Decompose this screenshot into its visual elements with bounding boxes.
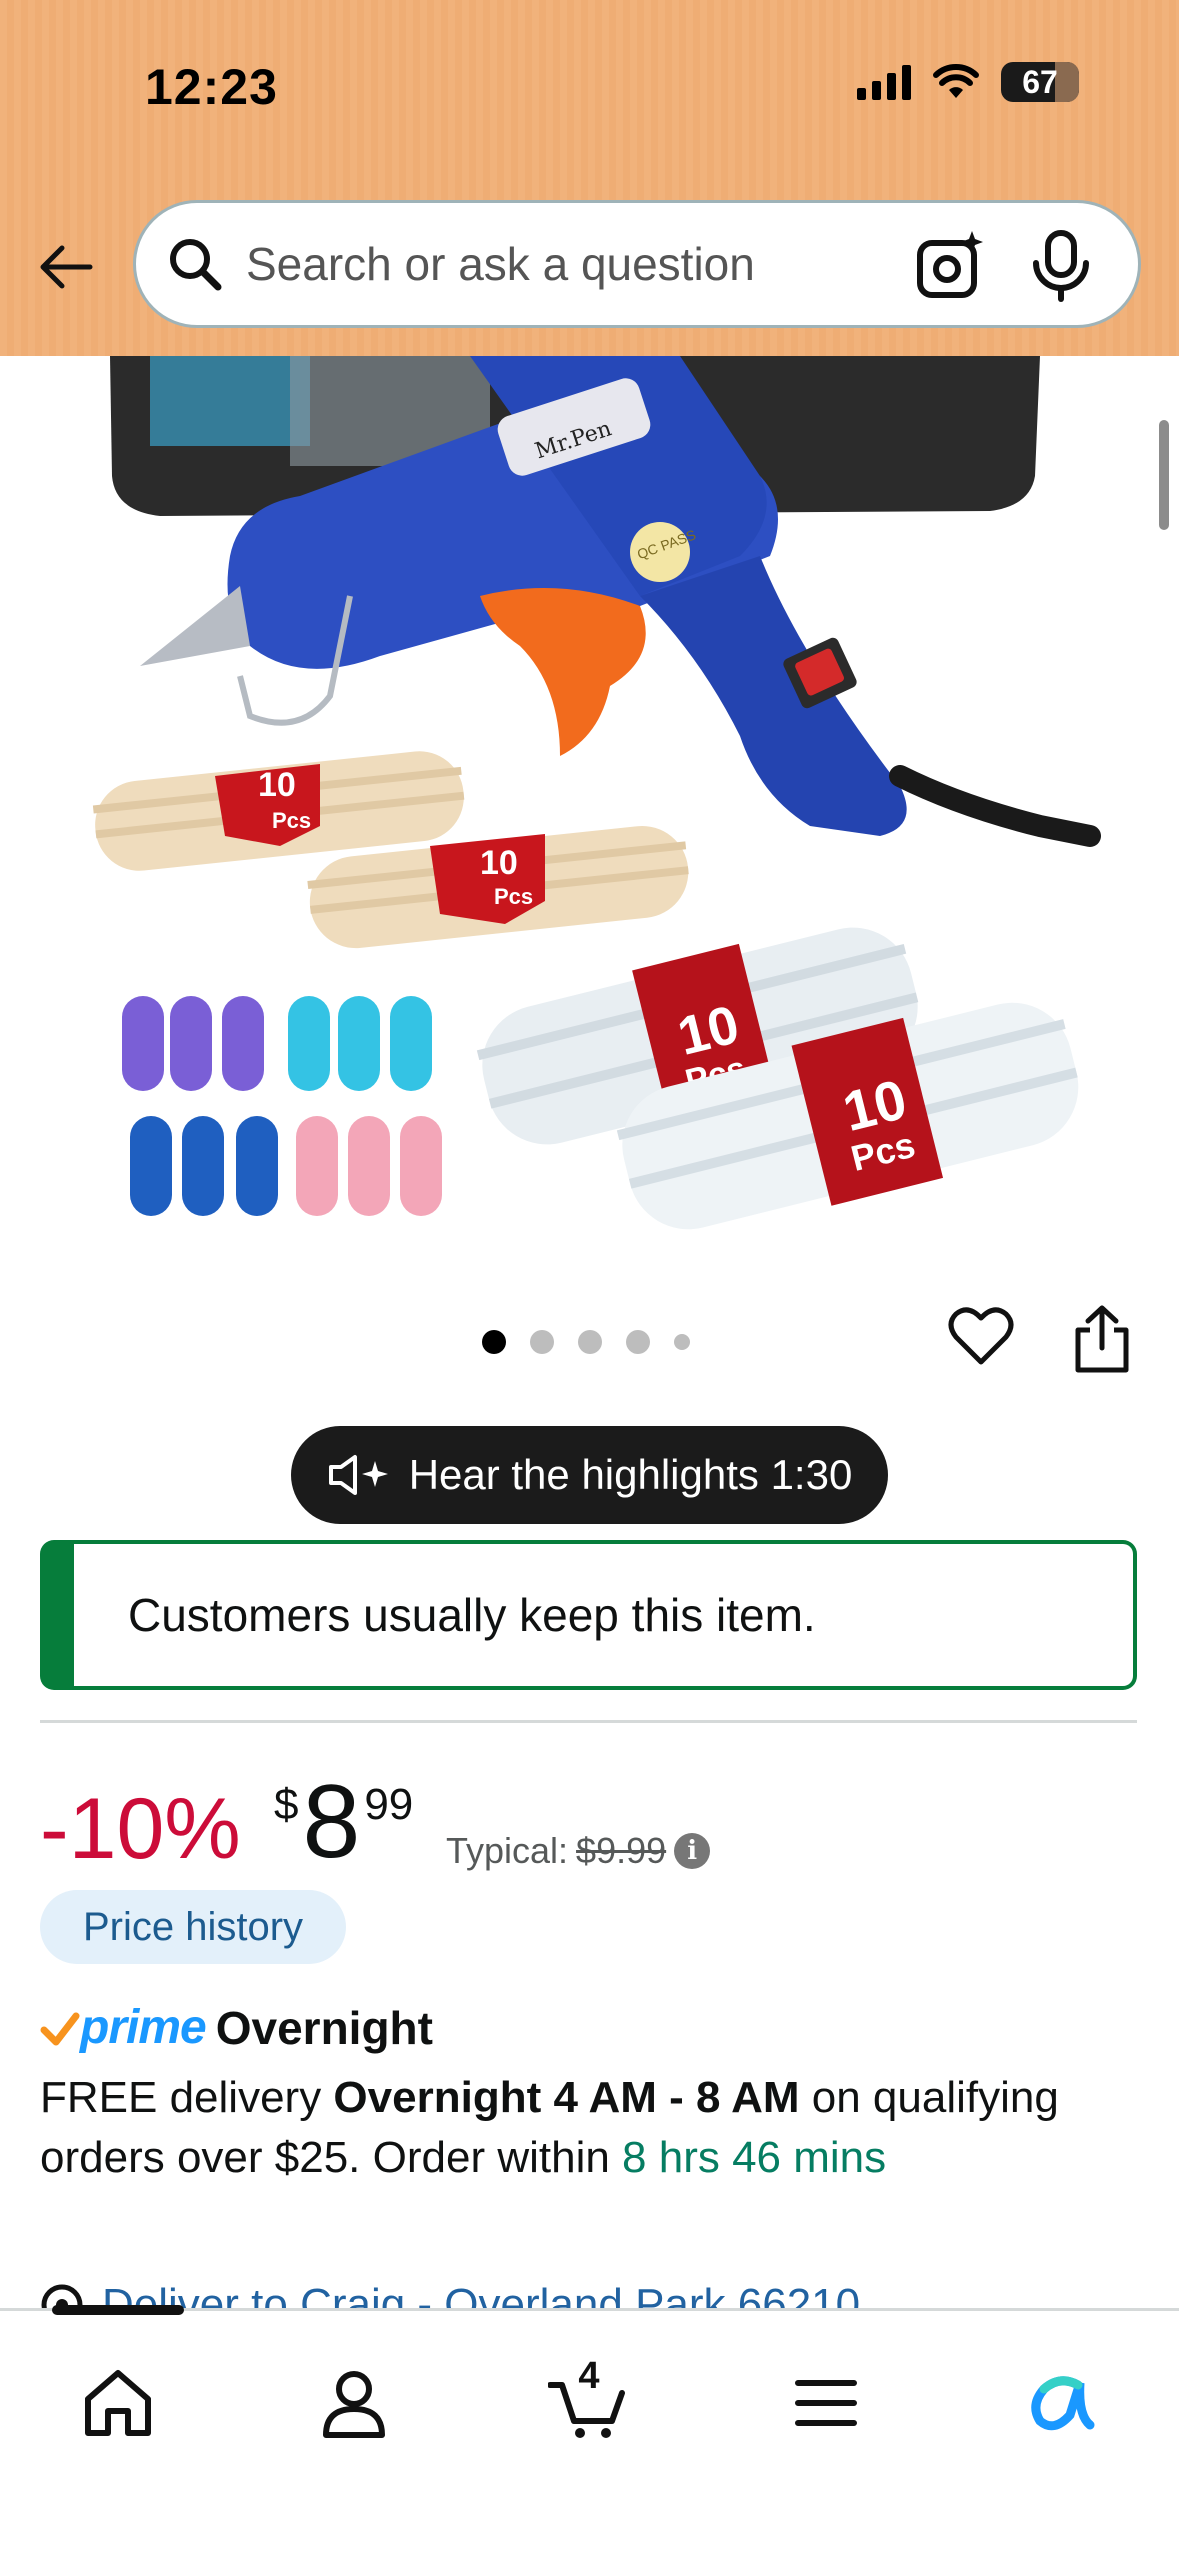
delivery-countdown: 8 hrs 46 mins — [622, 2133, 887, 2182]
share-icon[interactable] — [1072, 1304, 1132, 1374]
discount-percent: -10% — [40, 1781, 241, 1877]
price: $ 8 99 — [274, 1770, 413, 1874]
prime-check-icon — [40, 2012, 80, 2045]
heart-icon[interactable] — [948, 1306, 1014, 1368]
price-whole: 8 — [302, 1764, 361, 1880]
keep-notice: Customers usually keep this item. — [40, 1540, 1137, 1690]
battery-level: 67 — [1022, 63, 1058, 100]
cart-tab[interactable]: 4 — [547, 2355, 628, 2443]
product-image[interactable]: Mr.Pen QC PASS 10 Pcs 10 Pcs 10 10 Pcs — [0, 356, 1179, 1256]
home-icon[interactable] — [78, 2363, 158, 2443]
pcs-label-sticks-1: Pcs — [272, 808, 311, 833]
divider — [40, 1720, 1137, 1723]
search-input[interactable] — [246, 237, 866, 291]
info-icon[interactable]: i — [674, 1833, 711, 1869]
prime-badge: prime Overnight — [40, 2000, 433, 2055]
battery-icon: 67 — [1001, 62, 1079, 102]
search-bar[interactable] — [133, 200, 1141, 328]
price-history-button[interactable]: Price history — [40, 1890, 346, 1964]
camera-icon[interactable] — [914, 229, 988, 303]
delivery-prefix: FREE delivery — [40, 2073, 334, 2122]
carousel-dot[interactable] — [626, 1330, 650, 1354]
prime-label: prime — [80, 2001, 207, 2054]
active-tab-indicator — [52, 2305, 184, 2315]
carousel-dot[interactable] — [530, 1330, 554, 1354]
typical-label: Typical: — [446, 1830, 569, 1871]
status-time: 12:23 — [145, 59, 278, 115]
search-icon — [170, 239, 222, 291]
price-currency: $ — [274, 1780, 299, 1829]
keep-notice-text: Customers usually keep this item. — [128, 1589, 816, 1641]
delivery-window: Overnight 4 AM - 8 AM — [333, 2073, 800, 2122]
signal-icon — [857, 64, 911, 100]
speaker-sparkle-icon — [328, 1455, 388, 1495]
rufus-icon[interactable] — [1020, 2363, 1100, 2443]
menu-icon[interactable] — [786, 2363, 866, 2443]
typical-old-price: $9.99 — [576, 1830, 667, 1871]
header-bar: 12:23 67 — [0, 0, 1179, 356]
typical-price: Typical: $9.99 i — [446, 1830, 711, 1872]
carousel-dot[interactable] — [674, 1334, 690, 1350]
carousel-dot[interactable] — [578, 1330, 602, 1354]
profile-icon[interactable] — [314, 2363, 394, 2443]
back-arrow-icon[interactable] — [34, 235, 98, 299]
carousel-dots[interactable] — [482, 1330, 690, 1354]
cart-count: 4 — [578, 2355, 600, 2397]
delivery-info: FREE delivery Overnight 4 AM - 8 AM on q… — [40, 2068, 1140, 2188]
hear-highlights-button[interactable]: Hear the highlights 1:30 — [291, 1426, 888, 1524]
price-cents: 99 — [364, 1780, 414, 1829]
count-label-sticks-2: 10 — [480, 844, 518, 882]
status-icons: 67 — [857, 62, 1079, 102]
wifi-icon — [933, 64, 979, 98]
prime-speed: Overnight — [215, 2001, 433, 2054]
bottom-tab-bar: 4 — [0, 2305, 1179, 2556]
carousel-dot[interactable] — [482, 1330, 506, 1354]
pcs-label-sticks-2: Pcs — [494, 884, 533, 909]
count-label-sticks-1: 10 — [258, 766, 296, 804]
hear-highlights-label: Hear the highlights 1:30 — [408, 1451, 853, 1498]
scroll-indicator[interactable] — [1159, 420, 1169, 530]
mic-icon[interactable] — [1028, 229, 1094, 303]
